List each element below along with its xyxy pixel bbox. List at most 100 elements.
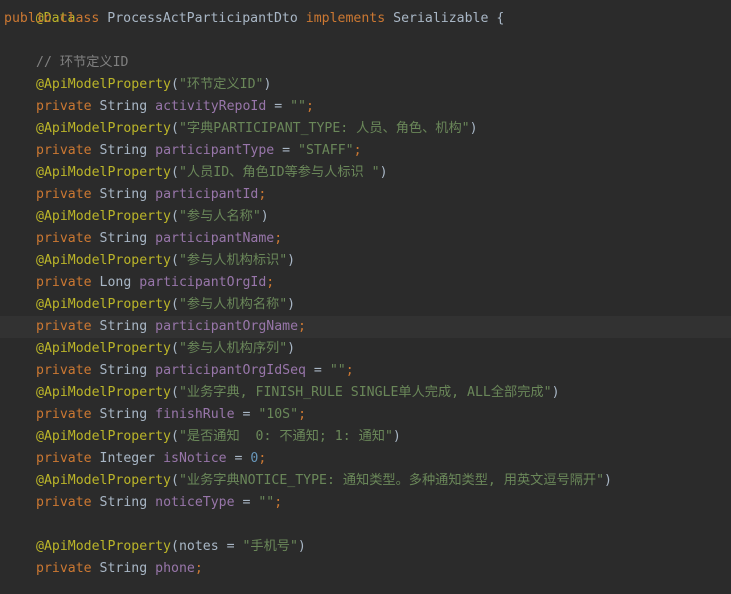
keyword: private xyxy=(36,363,92,378)
annotation: @ApiModelProperty xyxy=(36,473,171,488)
type-name: String xyxy=(99,319,148,334)
annotation: @ApiModelProperty xyxy=(36,429,171,444)
string-literal: "字典PARTICIPANT_TYPE: 人员、角色、机构" xyxy=(178,121,470,136)
code-line[interactable]: @ApiModelProperty("参与人机构标识") xyxy=(0,250,731,272)
code-line[interactable]: private String participantType = "STAFF"… xyxy=(0,140,731,162)
field-name: participantOrgName xyxy=(155,319,299,334)
paren: ( xyxy=(170,473,179,488)
field-name: isNotice xyxy=(163,451,227,466)
string-literal: "环节定义ID" xyxy=(178,77,264,92)
annotation: @ApiModelProperty xyxy=(36,539,171,554)
assign: = xyxy=(234,407,259,422)
code-line[interactable]: @ApiModelProperty("参与人机构名称") xyxy=(0,294,731,316)
code-line-empty[interactable] xyxy=(0,514,731,536)
keyword: private xyxy=(36,495,92,510)
keyword: implements xyxy=(305,11,386,26)
keyword: private xyxy=(36,451,92,466)
paren: ( xyxy=(170,297,179,312)
annotation: @ApiModelProperty xyxy=(36,297,171,312)
string-literal: "" xyxy=(329,363,346,378)
paren: ) xyxy=(263,77,272,92)
field-name: participantOrgIdSeq xyxy=(155,363,306,378)
field-name: finishRule xyxy=(155,407,235,422)
code-line[interactable]: private String phone; xyxy=(0,558,731,580)
code-line-empty[interactable] xyxy=(0,30,731,52)
keyword: private xyxy=(36,561,92,576)
annotation: @ApiModelProperty xyxy=(36,209,171,224)
keyword: private xyxy=(36,319,92,334)
string-literal: "业务字典NOTICE_TYPE: 通知类型。多种通知类型, 用英文逗号隔开" xyxy=(178,473,605,488)
paren: ) xyxy=(379,165,388,180)
string-literal: "参与人机构标识" xyxy=(178,253,288,268)
assign: = xyxy=(234,495,259,510)
annotation: @ApiModelProperty xyxy=(36,77,171,92)
field-name: participantOrgId xyxy=(139,275,267,290)
string-literal: "10S" xyxy=(258,407,299,422)
assign: = xyxy=(226,451,251,466)
paren: ( xyxy=(170,209,179,224)
code-line[interactable]: private String activityRepoId = ""; xyxy=(0,96,731,118)
semicolon: ; xyxy=(266,275,275,290)
type-name: String xyxy=(99,99,148,114)
code-line[interactable]: @ApiModelProperty("环节定义ID") xyxy=(0,74,731,96)
field-name: phone xyxy=(155,561,195,576)
field-name: noticeType xyxy=(155,495,235,510)
string-literal: "" xyxy=(290,99,306,114)
paren: ) xyxy=(604,473,612,488)
code-line[interactable]: private String finishRule = "10S"; xyxy=(0,404,731,426)
code-line[interactable]: @ApiModelProperty("是否通知 0: 不通知; 1: 通知") xyxy=(0,426,731,448)
keyword: class xyxy=(59,11,100,26)
code-line[interactable]: private String participantOrgIdSeq = ""; xyxy=(0,360,731,382)
paren: ( xyxy=(170,253,179,268)
code-line[interactable]: @ApiModelProperty("业务字典NOTICE_TYPE: 通知类型… xyxy=(0,470,731,492)
string-literal: "参与人机构名称" xyxy=(178,297,288,312)
code-line[interactable]: private String participantId; xyxy=(0,184,731,206)
type-name: String xyxy=(99,407,148,422)
semicolon: ; xyxy=(274,231,283,246)
paren: ( xyxy=(170,165,179,180)
type-name: String xyxy=(99,363,148,378)
annotation: @ApiModelProperty xyxy=(36,121,171,136)
code-editor[interactable]: @Data public class ProcessActParticipant… xyxy=(0,0,731,580)
code-line[interactable]: @ApiModelProperty("字典PARTICIPANT_TYPE: 人… xyxy=(0,118,731,140)
keyword: private xyxy=(36,143,92,158)
brace: { xyxy=(496,11,505,26)
code-line[interactable]: @ApiModelProperty("参与人机构序列") xyxy=(0,338,731,360)
semicolon: ; xyxy=(274,495,283,510)
annotation: @ApiModelProperty xyxy=(36,385,171,400)
param-name: notes xyxy=(178,539,219,554)
code-line[interactable]: @ApiModelProperty("业务字典, FINISH_RULE SIN… xyxy=(0,382,731,404)
assign: = xyxy=(218,539,243,554)
code-line[interactable]: public class ProcessActParticipantDto im… xyxy=(0,8,731,30)
paren: ( xyxy=(170,429,179,444)
string-literal: "是否通知 0: 不通知; 1: 通知" xyxy=(178,429,393,444)
string-literal: "STAFF" xyxy=(298,143,354,158)
code-line[interactable]: @ApiModelProperty("参与人名称") xyxy=(0,206,731,228)
comment: // 环节定义ID xyxy=(36,55,129,70)
keyword: private xyxy=(36,275,92,290)
paren: ) xyxy=(297,539,306,554)
annotation: @ApiModelProperty xyxy=(36,253,171,268)
string-literal: "手机号" xyxy=(242,539,298,554)
semicolon: ; xyxy=(306,99,314,114)
keyword: private xyxy=(36,187,92,202)
keyword: private xyxy=(36,99,92,114)
assign: = xyxy=(266,99,291,114)
code-line[interactable]: private String participantName; xyxy=(0,228,731,250)
code-line[interactable]: // 环节定义ID xyxy=(0,52,731,74)
code-line-current[interactable]: private String participantOrgName; xyxy=(0,316,731,338)
string-literal: "人员ID、角色ID等参与人标识 " xyxy=(178,165,380,180)
code-line[interactable]: private Long participantOrgId; xyxy=(0,272,731,294)
paren: ) xyxy=(287,253,296,268)
code-line[interactable]: private String noticeType = ""; xyxy=(0,492,731,514)
code-line[interactable]: @ApiModelProperty("人员ID、角色ID等参与人标识 ") xyxy=(0,162,731,184)
field-name: participantType xyxy=(155,143,275,158)
type-name: Integer xyxy=(99,451,156,466)
field-name: activityRepoId xyxy=(155,99,267,114)
code-line[interactable]: @Data xyxy=(0,0,731,26)
paren: ) xyxy=(287,341,296,356)
string-literal: "业务字典, FINISH_RULE SINGLE单人完成, ALL全部完成" xyxy=(178,385,552,400)
code-line[interactable]: @ApiModelProperty(notes = "手机号") xyxy=(0,536,731,558)
semicolon: ; xyxy=(298,407,307,422)
code-line[interactable]: private Integer isNotice = 0; xyxy=(0,448,731,470)
